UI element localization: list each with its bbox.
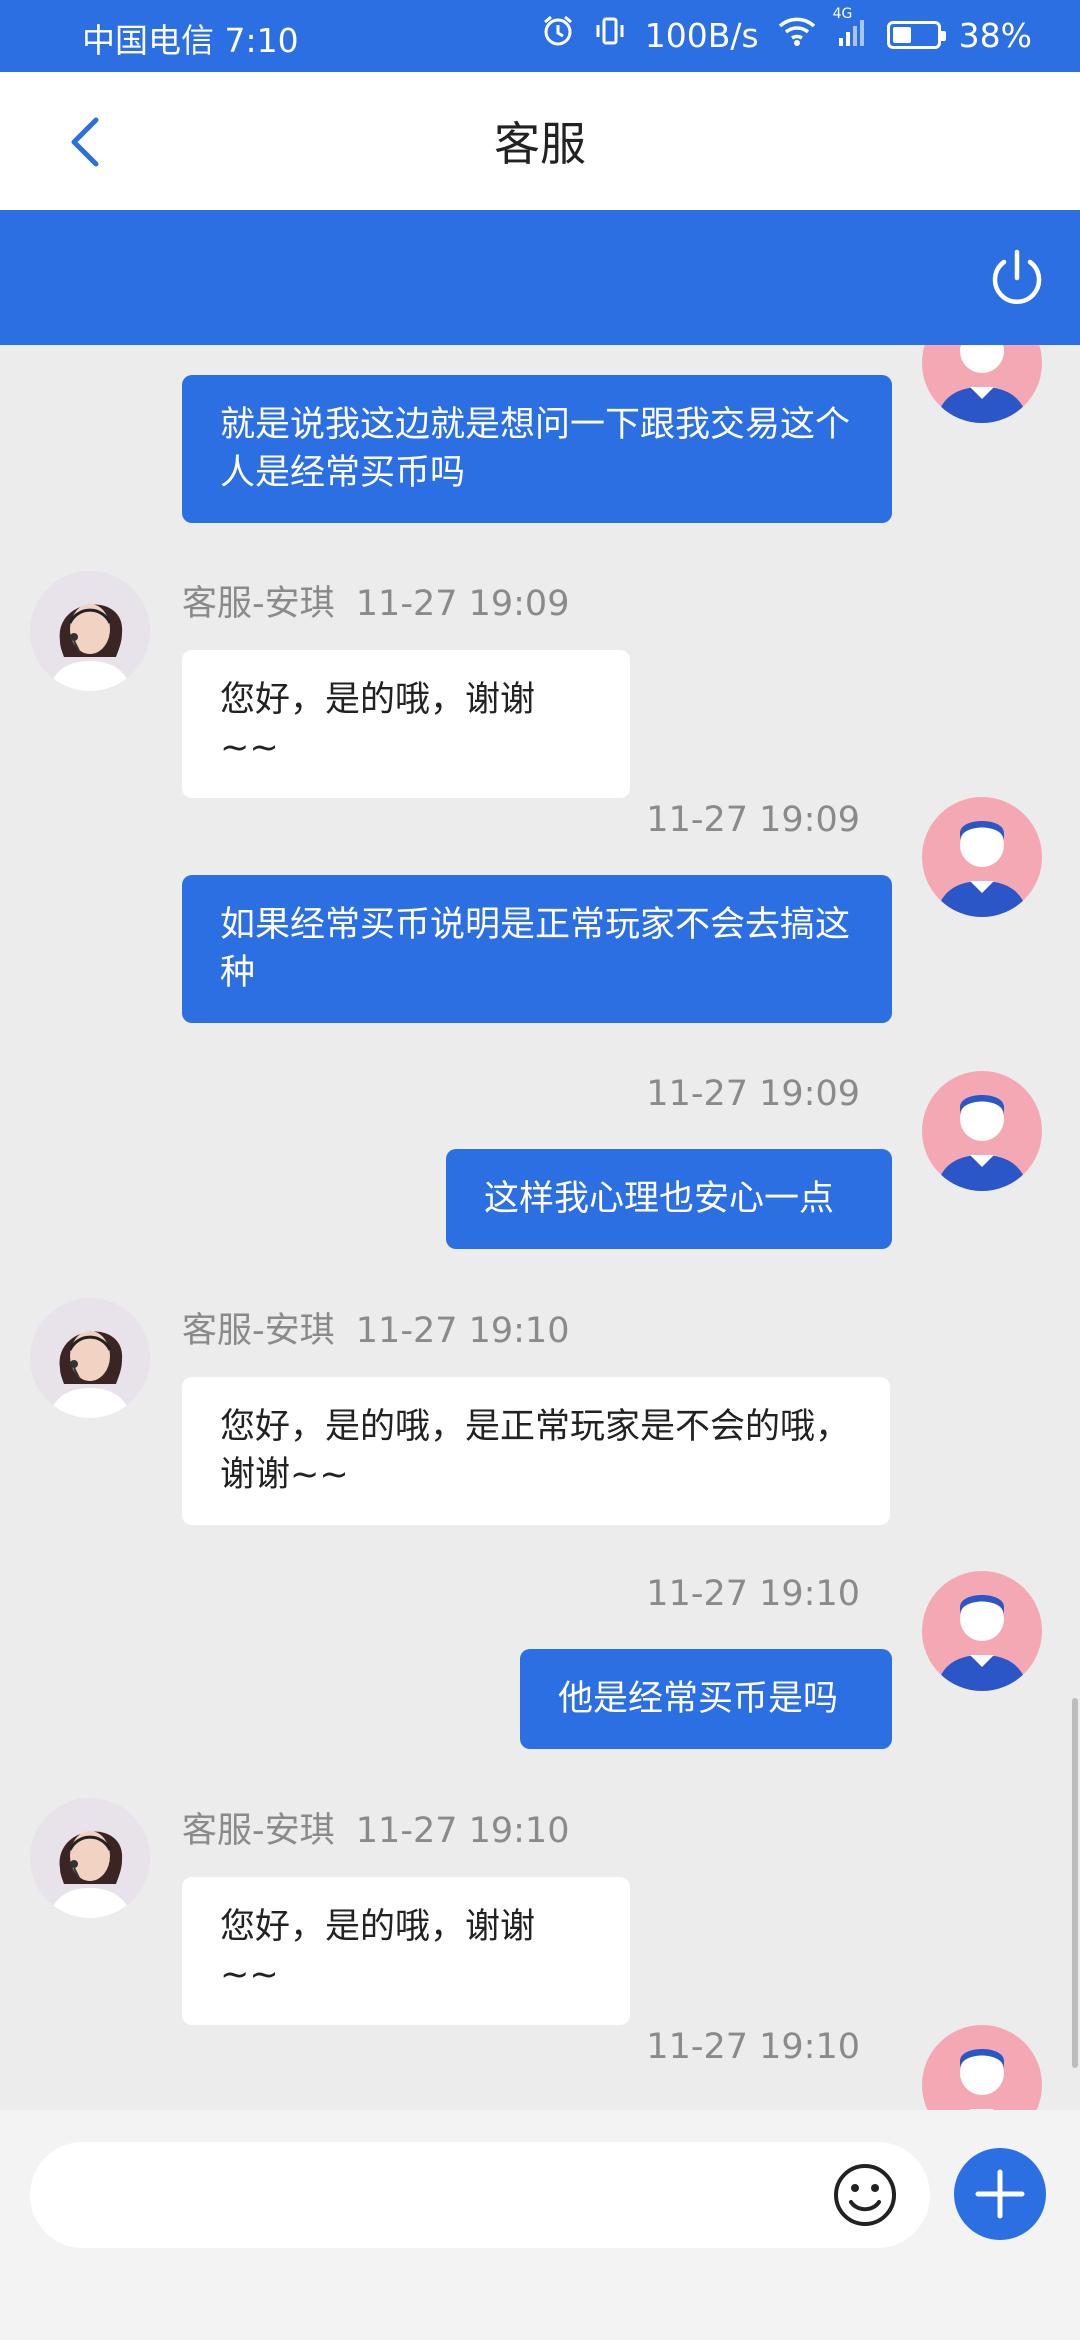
chat-scrollbar[interactable]	[1072, 1698, 1078, 2068]
power-icon	[992, 249, 1042, 304]
more-button[interactable]	[954, 2148, 1046, 2240]
agent-meta: 客服-安琪 11-27 19:10	[182, 1802, 569, 1853]
vibrate-icon	[593, 14, 627, 56]
message-input[interactable]	[30, 2142, 930, 2248]
message-bubble-agent[interactable]: 您好，是的哦，谢谢~~	[182, 650, 630, 798]
message-time: 11-27 19:10	[355, 1811, 570, 1851]
alarm-icon	[541, 14, 575, 56]
status-time: 7:10	[224, 21, 299, 60]
battery-percent: 38%	[958, 15, 1032, 55]
message-bubble-user[interactable]: 他是经常买币是吗	[520, 1649, 892, 1749]
message-time: 11-27 19:10	[355, 1311, 570, 1351]
message-bubble-user[interactable]: 这样我心理也安心一点	[446, 1149, 892, 1249]
message-time: 11-27 19:09	[355, 584, 570, 624]
signal-icon: 4G	[833, 6, 869, 56]
message-bubble-agent[interactable]: 您好，是的哦，谢谢~~	[182, 1877, 630, 2025]
agent-name: 客服-安琪	[182, 1311, 335, 1351]
agent-avatar	[30, 1798, 150, 1918]
input-bar	[0, 2110, 1080, 2340]
message-bubble-user[interactable]: 如果经常买币说明是正常玩家不会去搞这种	[182, 875, 892, 1023]
page-title: 客服	[494, 117, 586, 171]
agent-name: 客服-安琪	[182, 1811, 335, 1851]
carrier-name: 中国电信	[82, 21, 214, 60]
agent-avatar	[30, 1298, 150, 1418]
message-time: 11-27 19:10	[646, 2027, 860, 2067]
agent-avatar	[30, 571, 150, 691]
emoji-icon	[834, 2164, 896, 2226]
message-time: 11-27 19:10	[646, 1574, 860, 1614]
agent-meta: 客服-安琪 11-27 19:10	[182, 1302, 569, 1353]
emoji-button[interactable]	[832, 2162, 898, 2228]
user-avatar	[922, 797, 1042, 917]
battery-fill	[892, 27, 911, 43]
chat-area[interactable]: 就是说我这边就是想问一下跟我交易这个人是经常买币吗 客服-安琪 11-27 19…	[0, 345, 1080, 2110]
message-time: 11-27 19:09	[646, 800, 860, 840]
network-type: 4G	[832, 6, 853, 22]
power-button[interactable]	[984, 244, 1050, 310]
battery-icon	[886, 21, 946, 49]
message-bubble-agent[interactable]: 您好，是的哦，是正常玩家是不会的哦，谢谢~~	[182, 1377, 890, 1525]
agent-name: 客服-安琪	[182, 584, 335, 624]
wifi-icon	[777, 14, 817, 56]
status-right: 100B/s 4G 38%	[541, 6, 1032, 56]
agent-meta: 客服-安琪 11-27 19:09	[182, 575, 569, 626]
user-avatar	[922, 1071, 1042, 1191]
user-avatar	[922, 2025, 1042, 2110]
status-bar: 中国电信 7:10 100B/s 4G 38%	[0, 0, 1080, 72]
user-avatar	[922, 345, 1042, 423]
status-carrier: 中国电信 7:10	[82, 14, 299, 62]
network-speed: 100B/s	[644, 15, 759, 55]
message-bubble-user[interactable]: 就是说我这边就是想问一下跟我交易这个人是经常买币吗	[182, 375, 892, 523]
plus-icon	[975, 2169, 1025, 2219]
message-time: 11-27 19:09	[646, 1074, 860, 1114]
action-bar	[0, 210, 1080, 345]
app-header: 客服	[0, 72, 1080, 210]
user-avatar	[922, 1571, 1042, 1691]
